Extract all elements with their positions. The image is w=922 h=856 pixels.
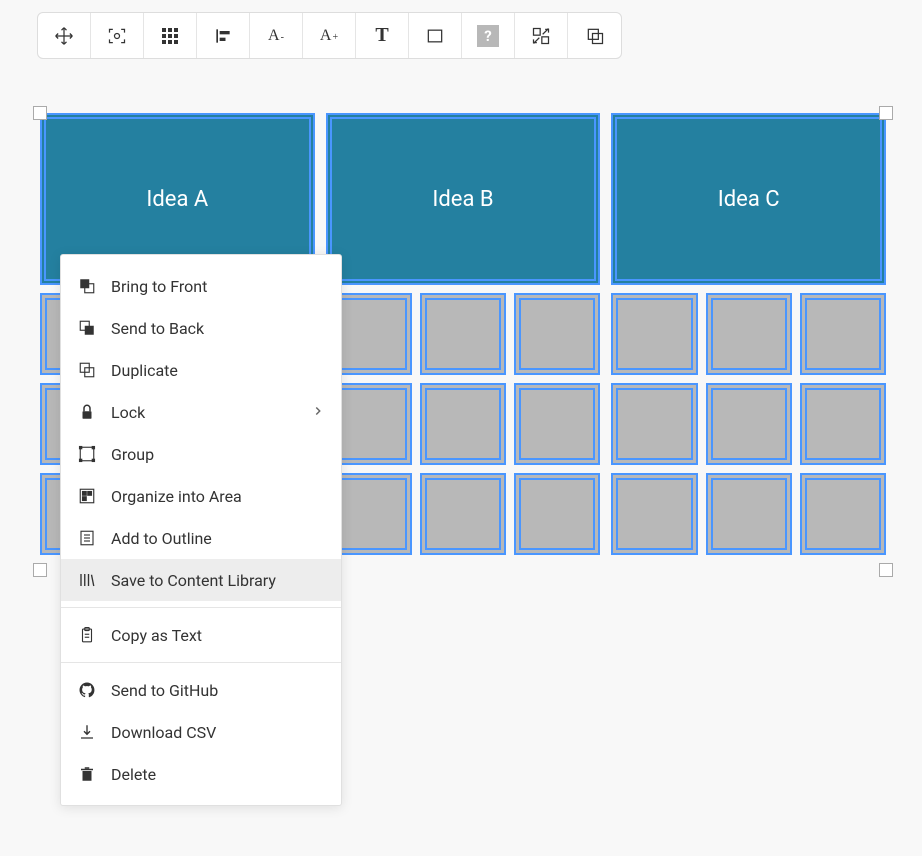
grid-cell[interactable] (611, 473, 697, 555)
text-style-button[interactable]: T (356, 13, 409, 58)
idea-label: Idea A (146, 187, 208, 212)
menu-item-send-to-back[interactable]: Send to Back (61, 307, 341, 349)
grid-group (326, 383, 601, 465)
swap-icon (531, 26, 551, 46)
menu-separator (61, 662, 341, 663)
font-decrease-button[interactable]: A- (250, 13, 303, 58)
grid-cell[interactable] (706, 293, 792, 375)
context-menu: Bring to Front Send to Back Duplicate Lock G… (60, 254, 342, 806)
github-icon (77, 680, 97, 700)
grid-cell[interactable] (514, 383, 600, 465)
menu-item-save-library[interactable]: Save to Content Library (61, 559, 341, 601)
menu-item-delete[interactable]: Delete (61, 753, 341, 795)
grid-group (326, 293, 601, 375)
grid-cell[interactable] (514, 293, 600, 375)
menu-item-copy-text[interactable]: Copy as Text (61, 614, 341, 656)
organize-icon (77, 486, 97, 506)
focus-icon (107, 26, 127, 46)
grid-group (611, 293, 886, 375)
grid-cell[interactable] (514, 473, 600, 555)
grid-cell[interactable] (800, 293, 886, 375)
menu-item-label: Group (111, 445, 154, 464)
grid-tool-button[interactable] (144, 13, 197, 58)
grid-group (326, 473, 601, 555)
menu-item-label: Save to Content Library (111, 571, 276, 590)
menu-item-group[interactable]: Group (61, 433, 341, 475)
idea-card[interactable]: Idea C (611, 113, 886, 285)
menu-item-label: Download CSV (111, 723, 216, 742)
bring-front-icon (77, 276, 97, 296)
menu-separator (61, 607, 341, 608)
menu-item-send-github[interactable]: Send to GitHub (61, 669, 341, 711)
menu-item-download-csv[interactable]: Download CSV (61, 711, 341, 753)
idea-card[interactable]: Idea B (326, 113, 601, 285)
menu-item-add-outline[interactable]: Add to Outline (61, 517, 341, 559)
download-icon (77, 722, 97, 742)
focus-tool-button[interactable] (91, 13, 144, 58)
grid-cell[interactable] (420, 383, 506, 465)
send-behind-icon (585, 26, 605, 46)
menu-item-label: Copy as Text (111, 626, 202, 645)
selection-handle-bottom-right[interactable] (879, 563, 893, 577)
font-increase-button[interactable]: A+ (303, 13, 356, 58)
group-icon (77, 444, 97, 464)
selection-handle-top-left[interactable] (33, 106, 47, 120)
send-back-icon (77, 318, 97, 338)
move-icon (54, 26, 74, 46)
menu-item-label: Delete (111, 765, 156, 784)
grid-cell[interactable] (420, 473, 506, 555)
chevron-right-icon (311, 403, 325, 422)
font-increase-icon: A+ (320, 27, 338, 45)
help-button[interactable]: ? (462, 13, 515, 58)
selection-handle-bottom-left[interactable] (33, 563, 47, 577)
selection-handle-top-right[interactable] (879, 106, 893, 120)
grid-cell[interactable] (611, 293, 697, 375)
idea-label: Idea C (718, 187, 780, 212)
menu-item-label: Add to Outline (111, 529, 212, 548)
align-icon (213, 26, 233, 46)
text-icon: T (375, 24, 388, 47)
grid-cell[interactable] (800, 383, 886, 465)
grid-cell[interactable] (706, 383, 792, 465)
grid-dots-icon (162, 28, 178, 44)
grid-cell[interactable] (611, 383, 697, 465)
duplicate-icon (77, 360, 97, 380)
menu-item-label: Duplicate (111, 361, 178, 380)
outline-icon (77, 528, 97, 548)
trash-icon (77, 764, 97, 784)
menu-item-lock[interactable]: Lock (61, 391, 341, 433)
rectangle-tool-button[interactable] (409, 13, 462, 58)
font-decrease-icon: A- (268, 27, 284, 45)
align-tool-button[interactable] (197, 13, 250, 58)
lock-icon (77, 402, 97, 422)
menu-item-bring-to-front[interactable]: Bring to Front (61, 265, 341, 307)
rectangle-icon (425, 26, 445, 46)
grid-cell[interactable] (706, 473, 792, 555)
menu-item-duplicate[interactable]: Duplicate (61, 349, 341, 391)
grid-group (611, 383, 886, 465)
toolbar: A- A+ T ? (37, 12, 622, 59)
menu-item-label: Lock (111, 403, 145, 422)
menu-item-label: Send to Back (111, 319, 204, 338)
send-behind-button[interactable] (568, 13, 621, 58)
menu-item-label: Organize into Area (111, 487, 242, 506)
menu-item-label: Send to GitHub (111, 681, 218, 700)
clipboard-icon (77, 625, 97, 645)
help-icon: ? (477, 25, 499, 47)
grid-group (611, 473, 886, 555)
grid-cell[interactable] (800, 473, 886, 555)
menu-item-organize-area[interactable]: Organize into Area (61, 475, 341, 517)
library-icon (77, 570, 97, 590)
move-tool-button[interactable] (38, 13, 91, 58)
menu-item-label: Bring to Front (111, 277, 207, 296)
swap-tool-button[interactable] (515, 13, 568, 58)
idea-label: Idea B (432, 187, 493, 212)
grid-cell[interactable] (420, 293, 506, 375)
